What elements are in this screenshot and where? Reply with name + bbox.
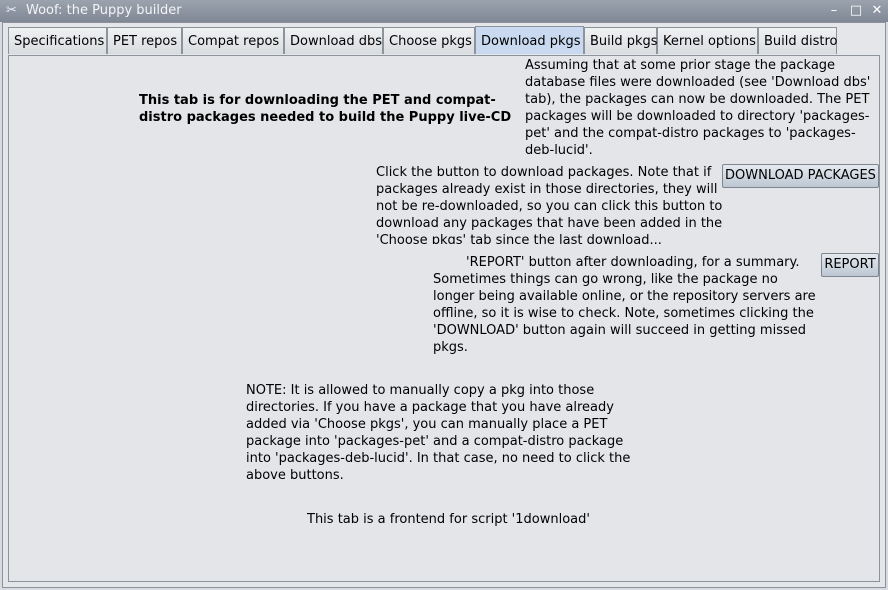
footer-text: This tab is a frontend for script '1down… [307,512,590,527]
tab-pet-repos[interactable]: PET repos [107,27,182,54]
report-help-text: 'REPORT' button after downloading, for a… [433,255,816,355]
download-pkgs-panel: This tab is for downloading the PET and … [8,55,880,582]
tab-kernel-options[interactable]: Kernel options [657,27,758,54]
tab-download-pkgs[interactable]: Download pkgs [475,26,584,54]
tab-compat-repos[interactable]: Compat repos [182,27,284,54]
note-text: NOTE: It is allowed to manually copy a p… [246,383,631,483]
window-title: Woof: the Puppy builder [26,3,182,18]
close-icon[interactable]: ✕ [869,3,885,19]
tab-build-distro[interactable]: Build distro [758,27,838,54]
tools-icon: ✂ [6,3,17,18]
minimize-icon[interactable]: – [826,3,842,19]
tab-download-dbs[interactable]: Download dbs [284,27,383,54]
intro-text: Assuming that at some prior stage the pa… [525,58,871,158]
tab-build-pkgs[interactable]: Build pkgs [584,27,658,54]
maximize-icon[interactable]: □ [848,3,864,19]
title-bar[interactable]: ✂ Woof: the Puppy builder – □ ✕ [0,0,888,22]
tab-specifications[interactable]: Specifications [8,27,107,54]
tab-choose-pkgs[interactable]: Choose pkgs [383,27,475,54]
report-button[interactable]: REPORT [821,253,879,277]
download-packages-button[interactable]: DOWNLOAD PACKAGES [722,164,879,188]
panel-heading: This tab is for downloading the PET and … [139,93,512,125]
download-help-text: Click the button to download packages. N… [376,165,723,244]
